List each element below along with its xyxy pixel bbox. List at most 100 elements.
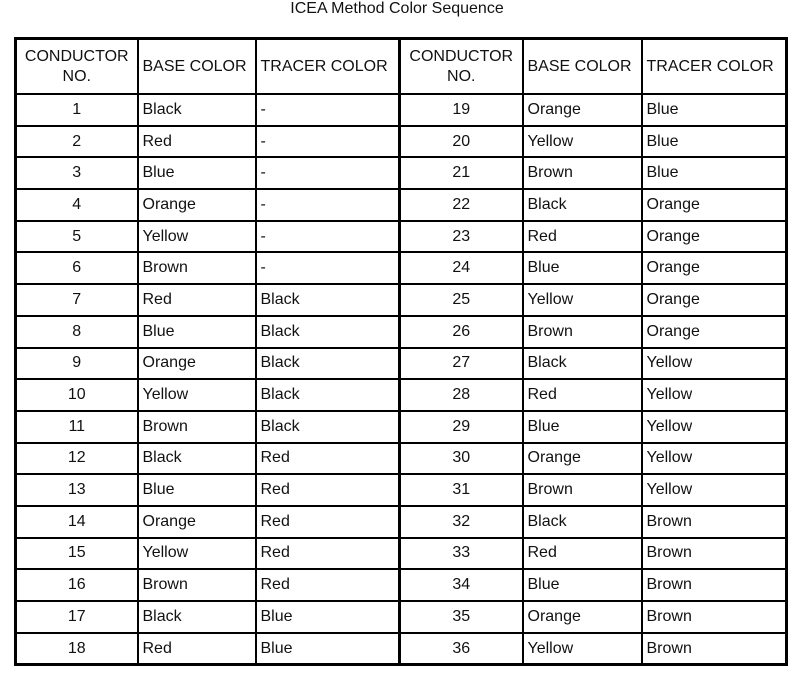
conductor-no-cell: 31 — [398, 473, 524, 507]
conductor-no-cell: 1 — [14, 93, 139, 127]
tracer-color-cell: Red — [254, 441, 401, 476]
tracer-color-cell: - — [254, 219, 401, 254]
conductor-no-cell: 34 — [398, 568, 524, 602]
tracer-color-cell: Red — [254, 473, 401, 507]
table-row: 14 Orange Red 32 Black Brown — [14, 504, 788, 539]
base-color-cell: Red — [521, 378, 643, 412]
tracer-color-cell: Brown — [640, 568, 788, 602]
tracer-color-cell: Orange — [640, 251, 788, 286]
header-base-color-right: BASE COLOR — [521, 37, 643, 95]
table-row: 18 Red Blue 36 Yellow Brown — [14, 631, 788, 666]
base-color-cell: Black — [136, 441, 257, 476]
tracer-color-cell: - — [254, 188, 401, 222]
base-color-cell: Yellow — [136, 536, 257, 571]
conductor-no-cell: 8 — [14, 314, 139, 349]
tracer-color-cell: - — [254, 124, 401, 159]
conductor-no-cell: 20 — [398, 124, 524, 159]
conductor-no-cell: 11 — [14, 409, 139, 444]
base-color-cell: Brown — [136, 251, 257, 286]
base-color-cell: Red — [136, 124, 257, 159]
base-color-cell: Brown — [521, 314, 643, 349]
base-color-cell: Black — [521, 188, 643, 222]
tracer-color-cell: Orange — [640, 283, 788, 317]
conductor-no-cell: 3 — [14, 156, 139, 191]
base-color-cell: Yellow — [521, 124, 643, 159]
base-color-cell: Blue — [521, 251, 643, 286]
conductor-no-cell: 16 — [14, 568, 139, 602]
tracer-color-cell: Yellow — [640, 441, 788, 476]
tracer-color-cell: Brown — [640, 631, 788, 666]
table-row: 15 Yellow Red 33 Red Brown — [14, 536, 788, 571]
base-color-cell: Black — [136, 93, 257, 127]
base-color-cell: Blue — [521, 409, 643, 444]
table-body: 1 Black -19 Orange Blue 2 Red -20 Yellow Blue 3 Blu… — [14, 93, 788, 666]
tracer-color-cell: Yellow — [640, 409, 788, 444]
conductor-no-cell: 33 — [398, 536, 524, 571]
conductor-no-cell: 15 — [14, 536, 139, 571]
tracer-color-cell: Blue — [640, 156, 788, 191]
tracer-color-cell: Red — [254, 504, 401, 539]
tracer-color-cell: Red — [254, 536, 401, 571]
base-color-cell: Yellow — [136, 378, 257, 412]
table-row: 2 Red -20 Yellow Blue — [14, 124, 788, 159]
tracer-color-cell: Blue — [640, 124, 788, 159]
tracer-color-cell: Brown — [640, 536, 788, 571]
header-base-color-left: BASE COLOR — [136, 37, 257, 95]
header-tracer-color-left: TRACER COLOR — [254, 37, 401, 95]
tracer-color-cell: Yellow — [640, 346, 788, 381]
tracer-color-cell: Brown — [640, 504, 788, 539]
header-row: CONDUCTOR NO. BASE COLOR TRACER COLOR CON… — [14, 37, 788, 95]
table-row: 10 Yellow Black 28 Red Yellow — [14, 378, 788, 412]
base-color-cell: Orange — [521, 441, 643, 476]
base-color-cell: Brown — [521, 156, 643, 191]
conductor-no-cell: 28 — [398, 378, 524, 412]
base-color-cell: Red — [521, 536, 643, 571]
tracer-color-cell: Black — [254, 409, 401, 444]
base-color-cell: Blue — [136, 314, 257, 349]
table-row: 3 Blue -21 Brown Blue — [14, 156, 788, 191]
tracer-color-cell: Yellow — [640, 473, 788, 507]
tracer-color-cell: Brown — [640, 600, 788, 634]
conductor-no-cell: 14 — [14, 504, 139, 539]
tracer-color-cell: Blue — [254, 631, 401, 666]
tracer-color-cell: Red — [254, 568, 401, 602]
base-color-cell: Blue — [136, 156, 257, 191]
conductor-no-cell: 17 — [14, 600, 139, 634]
table-row: 12 Black Red 30 Orange Yellow — [14, 441, 788, 476]
base-color-cell: Brown — [136, 409, 257, 444]
conductor-no-cell: 25 — [398, 283, 524, 317]
base-color-cell: Orange — [136, 188, 257, 222]
tracer-color-cell: - — [254, 93, 401, 127]
base-color-cell: Blue — [136, 473, 257, 507]
conductor-no-cell: 13 — [14, 473, 139, 507]
base-color-cell: Orange — [136, 504, 257, 539]
conductor-no-cell: 22 — [398, 188, 524, 222]
table-row: 7 Red Black 25 Yellow Orange — [14, 283, 788, 317]
base-color-cell: Brown — [521, 473, 643, 507]
base-color-cell: Orange — [521, 600, 643, 634]
conductor-no-cell: 27 — [398, 346, 524, 381]
base-color-cell: Black — [136, 600, 257, 634]
header-conductor-no-left: CONDUCTOR NO. — [14, 37, 139, 95]
conductor-no-cell: 18 — [14, 631, 139, 666]
base-color-cell: Black — [521, 504, 643, 539]
base-color-cell: Yellow — [136, 219, 257, 254]
tracer-color-cell: - — [254, 251, 401, 286]
table-row: 9 Orange Black 27 Black Yellow — [14, 346, 788, 381]
header-tracer-color-right: TRACER COLOR — [640, 37, 788, 95]
conductor-no-cell: 5 — [14, 219, 139, 254]
base-color-cell: Yellow — [521, 631, 643, 666]
conductor-no-cell: 19 — [398, 93, 524, 127]
table-row: 17 Black Blue 35 Orange Brown — [14, 600, 788, 634]
conductor-no-cell: 26 — [398, 314, 524, 349]
tracer-color-cell: Orange — [640, 188, 788, 222]
base-color-cell: Red — [136, 631, 257, 666]
base-color-cell: Red — [521, 219, 643, 254]
table-row: 6 Brown -24 Blue Orange — [14, 251, 788, 286]
table-row: 16 Brown Red 34 Blue Brown — [14, 568, 788, 602]
conductor-no-cell: 36 — [398, 631, 524, 666]
conductor-no-cell: 2 — [14, 124, 139, 159]
table-row: 4 Orange -22 Black Orange — [14, 188, 788, 222]
tracer-color-cell: Blue — [254, 600, 401, 634]
tracer-color-cell: Orange — [640, 219, 788, 254]
